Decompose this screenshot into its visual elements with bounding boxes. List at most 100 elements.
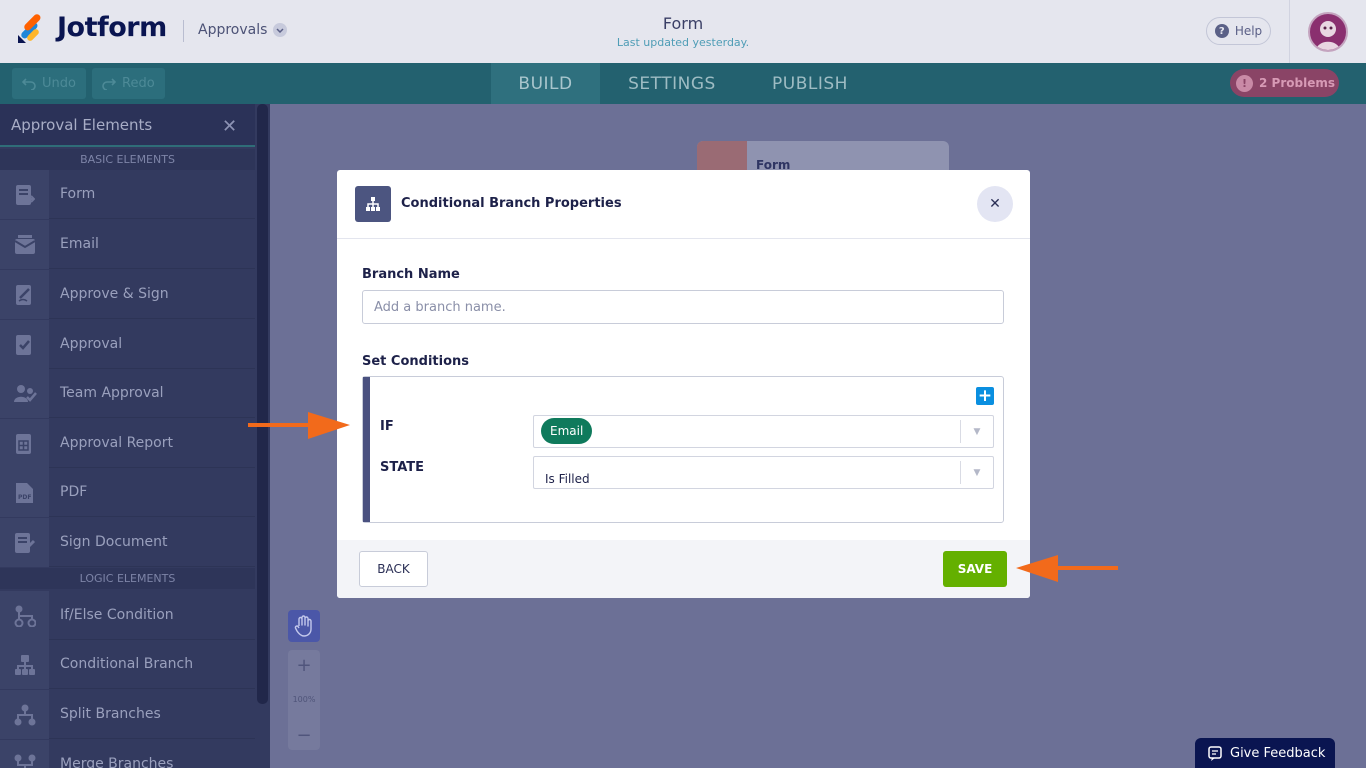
basic-elements-heading: BASIC ELEMENTS — [0, 149, 255, 170]
condition-accent-bar — [363, 377, 370, 522]
back-button[interactable]: BACK — [359, 551, 428, 587]
sidebar-item-sign-document[interactable]: Sign Document — [0, 518, 255, 567]
svg-text:PDF: PDF — [18, 494, 31, 501]
sidebar-scrollbar[interactable] — [257, 104, 268, 704]
problems-badge[interactable]: ! 2 Problems — [1230, 69, 1339, 97]
user-avatar[interactable] — [1308, 12, 1348, 52]
sidebar-item-approve-sign[interactable]: Approve & Sign — [0, 270, 255, 319]
modal-header: Conditional Branch Properties ✕ — [337, 170, 1030, 239]
merge-branches-icon — [0, 740, 49, 768]
help-button[interactable]: ? Help — [1206, 17, 1271, 45]
sidebar-item-label: Approve & Sign — [60, 286, 169, 302]
sidebar-header: Approval Elements ✕ — [0, 104, 255, 147]
sidebar-item-label: Form — [60, 186, 96, 202]
approvals-label: Approvals — [198, 22, 268, 38]
sidebar-item-label: Team Approval — [60, 385, 164, 401]
email-icon — [0, 220, 49, 269]
form-title[interactable]: Form — [583, 14, 783, 33]
workflow-node-form[interactable]: Form — [697, 141, 949, 172]
sidebar-title: Approval Elements — [11, 116, 153, 134]
close-icon[interactable]: ✕ — [977, 186, 1013, 222]
question-icon: ? — [1214, 24, 1229, 38]
zoom-level: 100% — [292, 695, 316, 704]
approval-icon — [0, 320, 49, 369]
sign-document-icon — [0, 518, 49, 567]
modal-footer: BACK SAVE — [337, 540, 1030, 598]
sidebar-item-label: Conditional Branch — [60, 656, 194, 672]
zoom-out-button[interactable]: − — [288, 725, 320, 746]
sidebar-item-label: Approval Report — [60, 435, 173, 451]
if-field-select[interactable]: Email ▼ — [533, 415, 994, 448]
redo-icon — [102, 77, 116, 90]
split-branches-icon — [0, 690, 49, 739]
zoom-controls: + 100% − — [288, 650, 320, 750]
undo-button[interactable]: Undo — [12, 68, 86, 99]
if-else-icon — [0, 591, 49, 640]
annotation-arrow-left — [1016, 555, 1118, 582]
branch-name-input[interactable] — [362, 290, 1004, 324]
tab-build[interactable]: BUILD — [491, 63, 600, 104]
selected-field-chip: Email — [541, 418, 593, 444]
builder-toolbar: Undo Redo BUILD SETTINGS PUBLISH ! 2 Pro… — [0, 63, 1366, 104]
state-value: Is Filled — [545, 472, 590, 486]
state-label: STATE — [380, 460, 425, 475]
logic-elements-heading: LOGIC ELEMENTS — [0, 568, 255, 589]
zoom-in-button[interactable]: + — [288, 655, 320, 676]
team-approval-icon — [0, 369, 49, 418]
alert-icon: ! — [1236, 74, 1253, 92]
sidebar-item-label: Sign Document — [60, 534, 168, 550]
sidebar-item-approval-report[interactable]: Approval Report — [0, 419, 255, 468]
sidebar-item-conditional-branch[interactable]: Conditional Branch — [0, 640, 255, 689]
sidebar-item-label: If/Else Condition — [60, 607, 174, 623]
undo-icon — [22, 77, 36, 90]
conditional-branch-icon — [0, 640, 49, 689]
form-icon — [0, 170, 49, 219]
sidebar-item-label: Email — [60, 236, 99, 252]
approval-report-icon — [0, 419, 49, 468]
sidebar-item-pdf[interactable]: PDF PDF — [0, 468, 255, 517]
sidebar-item-label: Merge Branches — [60, 756, 174, 768]
if-label: IF — [380, 419, 394, 434]
tab-settings[interactable]: SETTINGS — [610, 63, 734, 104]
form-node-icon — [697, 141, 747, 170]
problems-label: 2 Problems — [1259, 76, 1335, 90]
modal-title: Conditional Branch Properties — [401, 196, 622, 211]
dropdown-arrow-icon: ▼ — [960, 420, 993, 443]
give-feedback-button[interactable]: Give Feedback — [1195, 738, 1335, 768]
sidebar-item-team-approval[interactable]: Team Approval — [0, 369, 255, 418]
jotform-logo-icon[interactable] — [16, 13, 46, 45]
condition-block: + IF Email ▼ STATE Is Filled ▼ — [362, 376, 1004, 523]
hand-icon — [294, 615, 312, 637]
header-divider-right — [1289, 0, 1290, 63]
set-conditions-label: Set Conditions — [362, 354, 470, 369]
sidebar-item-split-branches[interactable]: Split Branches — [0, 690, 255, 739]
conditional-branch-modal: Conditional Branch Properties ✕ Branch N… — [337, 170, 1030, 598]
sidebar-item-email[interactable]: Email — [0, 220, 255, 269]
tab-publish[interactable]: PUBLISH — [755, 63, 865, 104]
close-icon[interactable]: ✕ — [222, 116, 237, 137]
top-header: Jotform Approvals Form Last updated yest… — [0, 0, 1366, 63]
chevron-down-icon — [273, 23, 288, 37]
annotation-arrow-right — [248, 412, 350, 439]
state-select[interactable]: Is Filled ▼ — [533, 456, 994, 489]
dropdown-arrow-icon: ▼ — [960, 461, 993, 484]
undo-label: Undo — [42, 76, 76, 91]
brand-name[interactable]: Jotform — [57, 12, 167, 43]
form-last-updated: Last updated yesterday. — [616, 36, 750, 49]
pdf-icon: PDF — [0, 468, 49, 517]
approvals-dropdown[interactable]: Approvals — [198, 22, 288, 38]
save-button[interactable]: SAVE — [943, 551, 1007, 587]
sidebar-item-form[interactable]: Form — [0, 170, 255, 219]
help-label: Help — [1234, 24, 1263, 38]
approve-sign-icon — [0, 270, 49, 319]
sidebar-item-if-else-condition[interactable]: If/Else Condition — [0, 591, 255, 640]
sidebar-item-merge-branches[interactable]: Merge Branches — [0, 740, 255, 768]
add-condition-button[interactable]: + — [976, 387, 994, 405]
pan-hand-button[interactable] — [288, 610, 320, 642]
conditional-branch-icon — [355, 186, 391, 222]
branch-name-label: Branch Name — [362, 267, 460, 282]
feedback-icon — [1208, 746, 1222, 761]
redo-button[interactable]: Redo — [92, 68, 165, 99]
sidebar-item-approval[interactable]: Approval — [0, 320, 255, 369]
sidebar-item-label: Approval — [60, 336, 123, 352]
